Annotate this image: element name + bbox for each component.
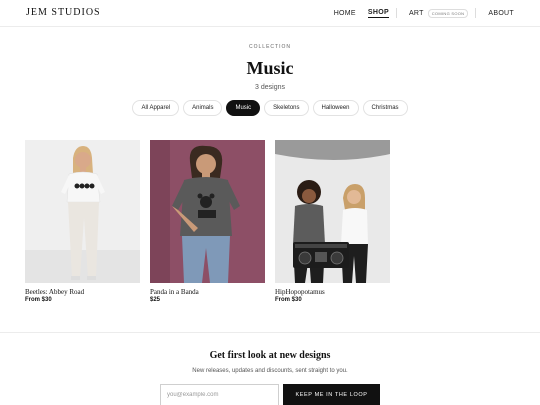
nav-home[interactable]: HOME	[334, 10, 356, 17]
nav-divider	[395, 8, 397, 18]
nav-shop[interactable]: SHOP	[367, 9, 389, 18]
product-image[interactable]	[25, 140, 140, 283]
design-count: 3 designs	[255, 84, 285, 91]
product-card[interactable]: Beetles: Abbey Road From $30	[25, 140, 140, 303]
product-card[interactable]: Panda in a Banda $25	[150, 140, 265, 303]
site-header: JEM STUDIOS HOME SHOP ART COMING SOON AB…	[0, 0, 540, 27]
model-photo-panda	[150, 140, 265, 283]
section-divider	[0, 332, 540, 333]
product-name[interactable]: Panda in a Banda	[150, 288, 199, 296]
product-card[interactable]: HipHopopotamus From $30	[275, 140, 390, 303]
filter-all-apparel[interactable]: All Apparel	[132, 100, 180, 116]
coming-soon-badge: COMING SOON	[427, 8, 469, 18]
model-photo-hiphop	[275, 140, 390, 283]
nav-art[interactable]: ART COMING SOON	[408, 8, 469, 18]
product-price: From $30	[275, 297, 302, 303]
product-name[interactable]: Beetles: Abbey Road	[25, 288, 84, 296]
collection-eyebrow: COLLECTION	[249, 44, 291, 50]
product-price: $25	[150, 297, 161, 303]
brand-logo[interactable]: JEM STUDIOS	[26, 7, 101, 18]
product-price: From $30	[25, 297, 52, 303]
newsletter-subtext: New releases, updates and discounts, sen…	[192, 368, 348, 374]
nav-about[interactable]: ABOUT	[488, 10, 514, 17]
filter-skeletons[interactable]: Skeletons	[264, 100, 309, 116]
filter-christmas[interactable]: Christmas	[362, 100, 408, 116]
email-field[interactable]	[160, 384, 279, 405]
filter-music[interactable]: Music	[226, 100, 261, 116]
subscribe-button[interactable]: KEEP ME IN THE LOOP	[283, 384, 380, 405]
filter-animals[interactable]: Animals	[183, 100, 223, 116]
model-photo-beetles	[25, 140, 140, 283]
main-nav: HOME SHOP ART COMING SOON ABOUT	[322, 8, 514, 18]
category-filters: All Apparel Animals Music Skeletons Hall…	[0, 100, 540, 116]
product-image[interactable]	[275, 140, 390, 283]
newsletter-heading: Get first look at new designs	[209, 350, 331, 361]
filter-halloween[interactable]: Halloween	[312, 100, 359, 116]
nav-divider	[475, 8, 477, 18]
product-image[interactable]	[150, 140, 265, 283]
nav-art-label: ART	[408, 9, 424, 17]
product-name[interactable]: HipHopopotamus	[275, 288, 325, 296]
page-title: Music	[246, 58, 294, 78]
